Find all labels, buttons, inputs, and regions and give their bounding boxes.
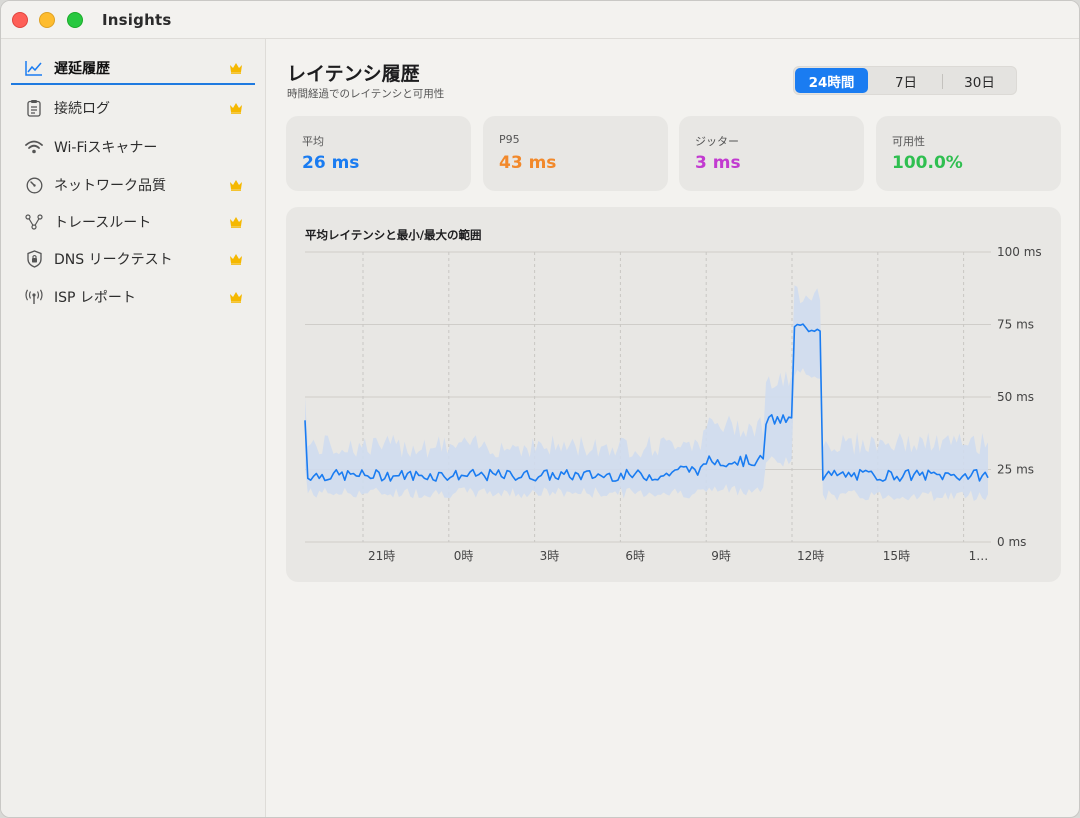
y-tick-label: 25 ms <box>997 463 1034 477</box>
sidebar-item-label: ネットワーク品質 <box>54 178 166 194</box>
page-title: レイテンシ履歴 <box>287 63 420 85</box>
sidebar-item-label: 遅延履歴 <box>54 61 110 77</box>
title-bar: Insights <box>1 1 1079 39</box>
sidebar-item-connection-log[interactable]: 接続ログ <box>11 92 255 124</box>
y-tick-label: 100 ms <box>997 245 1042 259</box>
y-tick-label: 0 ms <box>997 535 1026 549</box>
y-tick-label: 75 ms <box>997 318 1034 332</box>
latency-chart-card: 0 ms 25 ms 50 ms 75 ms 100 ms 21時 0時 3時 6時 9時 12時 1… <box>286 207 1061 582</box>
page-subtitle: 時間経過でのレイテンシと可用性 <box>287 88 445 100</box>
stat-label: ジッター <box>695 135 739 148</box>
latency-chart: 0 ms 25 ms 50 ms 75 ms 100 ms 21時 0時 3時 6時 9時 12時 1… <box>304 245 1042 563</box>
sidebar-item-traceroute[interactable]: トレースルート <box>11 206 255 238</box>
y-tick-label: 50 ms <box>997 390 1034 404</box>
window-title: Insights <box>102 11 172 29</box>
stat-card-p95: P95 43 ms <box>483 116 668 191</box>
crown-icon <box>230 63 242 74</box>
sidebar: 遅延履歴 接続ログ Wi-Fiスキャナー ネットワーク品質 トレースルート DN… <box>1 39 266 817</box>
main-content: レイテンシ履歴 時間経過でのレイテンシと可用性 24時間 7日 30日 平均 2… <box>266 39 1079 817</box>
minimize-window-button[interactable] <box>39 12 55 28</box>
wifi-icon <box>24 137 44 157</box>
crown-icon <box>230 103 242 114</box>
speedometer-icon <box>24 175 44 195</box>
sidebar-item-dns-leak-test[interactable]: DNS リークテスト <box>11 243 255 275</box>
stat-value: 43 ms <box>499 153 557 173</box>
network-nodes-icon <box>24 212 44 232</box>
sidebar-item-label: トレースルート <box>54 215 152 231</box>
stat-label: P95 <box>499 133 520 146</box>
sidebar-item-label: 接続ログ <box>54 101 110 117</box>
stat-card-average: 平均 26 ms <box>286 116 471 191</box>
sidebar-item-label: ISP レポート <box>54 290 136 306</box>
stat-value: 3 ms <box>695 153 741 173</box>
x-tick-label: 12時 <box>797 549 824 563</box>
chart-title: 平均レイテンシと最小/最大の範囲 <box>305 228 482 242</box>
crown-icon <box>230 217 242 228</box>
x-tick-label: 0時 <box>454 549 474 563</box>
sidebar-item-isp-report[interactable]: ISP レポート <box>11 281 255 313</box>
time-range-picker: 24時間 7日 30日 <box>793 66 1017 95</box>
x-tick-label: 9時 <box>711 549 731 563</box>
antenna-icon <box>24 287 44 307</box>
range-option-24h[interactable]: 24時間 <box>795 68 868 93</box>
sidebar-item-label: Wi-Fiスキャナー <box>54 140 158 156</box>
sidebar-item-network-quality[interactable]: ネットワーク品質 <box>11 169 255 201</box>
x-tick-label: 21時 <box>368 549 395 563</box>
sidebar-item-latency-history[interactable]: 遅延履歴 <box>11 53 255 85</box>
stat-card-availability: 可用性 100.0% <box>876 116 1061 191</box>
crown-icon <box>230 180 242 191</box>
zoom-window-button[interactable] <box>67 12 83 28</box>
stat-card-jitter: ジッター 3 ms <box>679 116 864 191</box>
x-tick-label: 6時 <box>625 549 645 563</box>
stat-value: 100.0% <box>892 153 963 173</box>
min-max-band <box>305 285 988 502</box>
range-option-7d[interactable]: 7日 <box>870 68 942 93</box>
line-chart-icon <box>24 58 44 78</box>
clipboard-icon <box>24 98 44 118</box>
x-tick-label: 3時 <box>540 549 560 563</box>
x-tick-label: 15時 <box>883 549 910 563</box>
stat-label: 可用性 <box>892 135 925 148</box>
shield-lock-icon <box>24 249 44 269</box>
crown-icon <box>230 254 242 265</box>
x-tick-label: 1… <box>969 549 989 563</box>
stat-value: 26 ms <box>302 153 360 173</box>
crown-icon <box>230 292 242 303</box>
range-option-30d[interactable]: 30日 <box>943 68 1016 93</box>
sidebar-item-label: DNS リークテスト <box>54 252 173 268</box>
sidebar-item-wifi-scanner[interactable]: Wi-Fiスキャナー <box>11 131 255 163</box>
close-window-button[interactable] <box>12 12 28 28</box>
stat-label: 平均 <box>302 135 324 148</box>
app-window: Insights 遅延履歴 接続ログ Wi-Fiスキャナー ネットワーク品質 ト… <box>0 0 1080 818</box>
